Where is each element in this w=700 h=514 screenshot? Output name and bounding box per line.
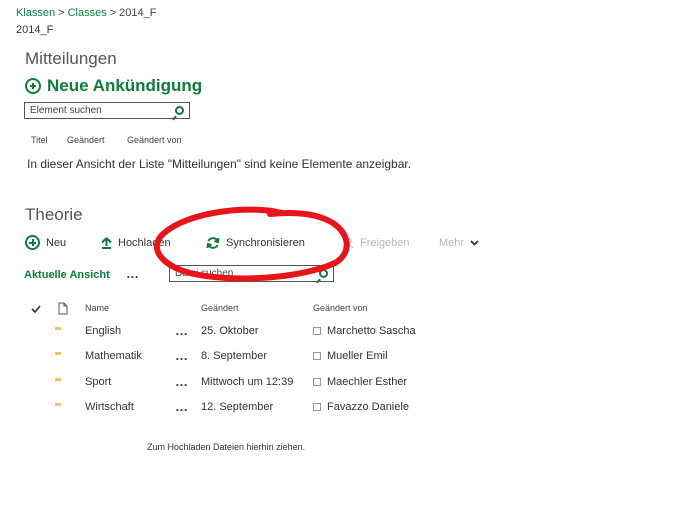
new-announcement-label: Neue Ankündigung [47, 76, 203, 95]
share-label: Freigeben [360, 237, 410, 249]
share-button: Freigeben [342, 237, 410, 249]
page-title: 2014_F [16, 24, 54, 36]
breadcrumb-current: 2014_F [119, 7, 157, 19]
row-name[interactable]: English [85, 325, 121, 337]
current-view-link[interactable]: Aktuelle Ansicht [24, 269, 110, 281]
plus-circle-icon [25, 78, 41, 94]
upload-button[interactable]: Hochladen [101, 237, 171, 249]
row-modified-by: Marchetto Sascha [313, 325, 416, 337]
presence-icon [313, 352, 321, 361]
row-modified-by: Favazzo Daniele [313, 401, 409, 413]
plus-circle-icon [25, 235, 40, 250]
row-ellipsis[interactable]: … [175, 348, 189, 363]
search-icon[interactable] [175, 106, 184, 115]
element-search-placeholder: Element suchen [30, 105, 102, 116]
presence-icon [313, 327, 321, 336]
file-search-input[interactable]: Datei suchen [169, 265, 334, 282]
row-modified: Mittwoch um 12:39 [201, 376, 294, 388]
breadcrumb-link-klassen[interactable]: Klassen [16, 7, 55, 19]
row-modified-by: Mueller Emil [313, 350, 388, 362]
row-name[interactable]: Wirtschaft [85, 401, 134, 413]
checkmark-icon[interactable] [31, 305, 41, 313]
sync-label: Synchronisieren [226, 237, 305, 249]
library-title: Theorie [25, 205, 83, 224]
column-header-modified[interactable]: Geändert [67, 135, 105, 145]
row-modified-by: Maechler Esther [313, 376, 407, 388]
column-header-modified-by[interactable]: Geändert von [127, 135, 182, 145]
sync-icon [206, 237, 220, 249]
column-header-name[interactable]: Name [85, 303, 109, 313]
chevron-down-icon [470, 240, 479, 246]
row-modified-by-text[interactable]: Maechler Esther [327, 376, 407, 388]
breadcrumb-separator: > [58, 7, 65, 19]
new-document-label: Neu [46, 236, 67, 249]
more-label: Mehr [439, 237, 465, 249]
element-search-input[interactable]: Element suchen [24, 102, 190, 119]
column-header-modified[interactable]: Geändert [201, 303, 239, 313]
file-search-placeholder: Datei suchen [175, 268, 234, 279]
row-modified: 25. Oktober [201, 325, 259, 337]
new-announcement-button[interactable]: Neue Ankündigung [25, 76, 202, 96]
column-header-modified-by[interactable]: Geändert von [313, 303, 368, 313]
row-modified: 12. September [201, 401, 274, 413]
share-icon [342, 237, 354, 249]
presence-icon [313, 403, 321, 412]
row-modified-by-text[interactable]: Marchetto Sascha [327, 325, 416, 337]
column-header-title[interactable]: Titel [31, 135, 48, 145]
search-icon[interactable] [319, 269, 328, 278]
breadcrumb-separator: > [109, 7, 117, 19]
row-modified-by-text[interactable]: Mueller Emil [327, 350, 388, 362]
drop-zone-hint: Zum Hochladen Dateien hierhin ziehen. [147, 442, 306, 452]
document-icon [58, 302, 68, 315]
announcements-title: Mitteilungen [25, 49, 117, 68]
row-name[interactable]: Mathematik [85, 350, 142, 362]
upload-arrow-icon [101, 237, 112, 249]
row-modified-by-text[interactable]: Favazzo Daniele [327, 401, 409, 413]
new-document-button[interactable]: Neu [25, 235, 66, 250]
row-name[interactable]: Sport [85, 376, 111, 388]
breadcrumb-link-classes[interactable]: Classes [68, 7, 107, 19]
row-ellipsis[interactable]: … [175, 399, 189, 414]
row-ellipsis[interactable]: … [175, 323, 189, 338]
upload-label: Hochladen [118, 237, 171, 249]
presence-icon [313, 378, 321, 387]
sync-button[interactable]: Synchronisieren [206, 236, 305, 250]
row-ellipsis[interactable]: … [175, 374, 189, 389]
row-modified: 8. September [201, 350, 268, 362]
empty-list-message: In dieser Ansicht der Liste "Mitteilunge… [27, 157, 412, 171]
breadcrumb: Klassen > Classes >2014_F [16, 7, 156, 19]
view-options-ellipsis[interactable]: … [126, 266, 140, 281]
more-button[interactable]: Mehr [439, 237, 479, 249]
